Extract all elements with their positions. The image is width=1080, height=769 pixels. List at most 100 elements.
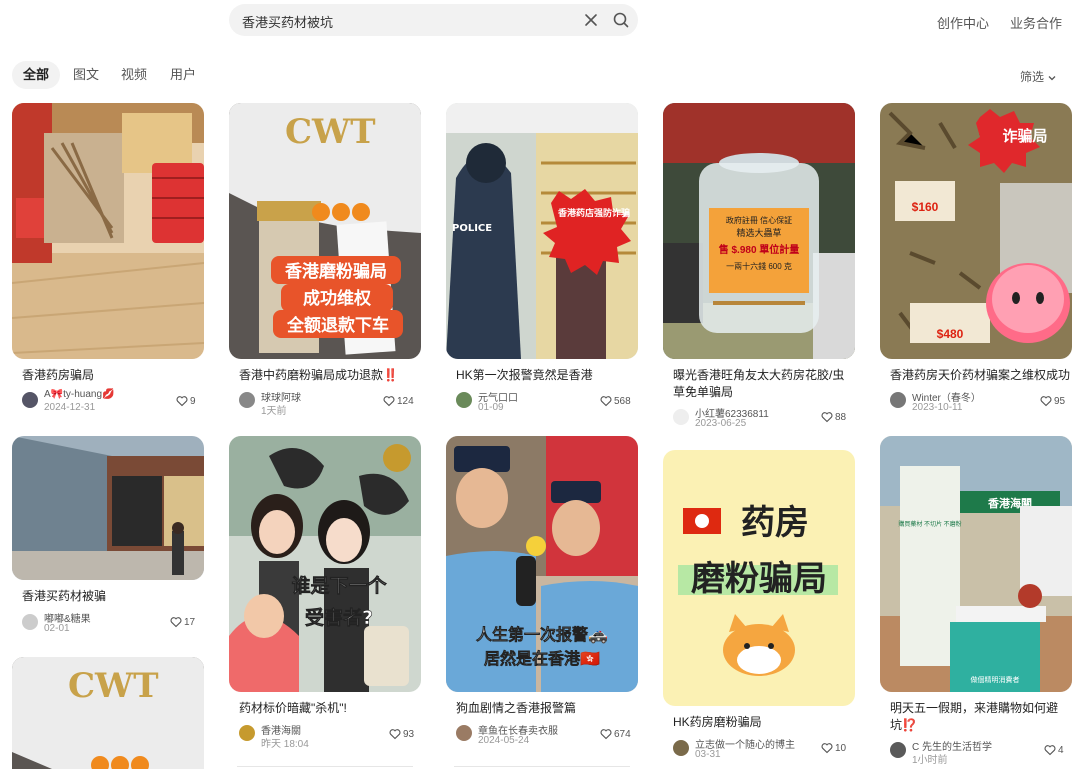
like-button[interactable]: 95 <box>1040 395 1065 407</box>
tab-notes[interactable]: 图文 <box>66 61 106 89</box>
svg-text:药房: 药房 <box>741 503 809 543</box>
like-button[interactable]: 4 <box>1044 744 1064 756</box>
note-cover-image[interactable]: 政府註冊 信心保証 精选大蟲草 售 $.980 單位計量 一兩十六錢 600 克 <box>663 103 855 359</box>
note-card[interactable]: 香港海關 購買藥材 不切片 不磨粉 做個精明消費者 明天五一假期，来港購物如何避… <box>880 436 1072 766</box>
note-card[interactable]: 政府註冊 信心保証 精选大蟲草 售 $.980 單位計量 一兩十六錢 600 克… <box>663 103 855 433</box>
search-input[interactable]: 香港买药材被坑 <box>242 12 333 31</box>
like-button[interactable]: 568 <box>600 395 631 407</box>
svg-text:受害者?: 受害者? <box>305 606 373 629</box>
like-button[interactable]: 10 <box>821 742 846 754</box>
note-cover-image[interactable]: 谁是下一个 受害者? <box>229 436 421 692</box>
like-count: 93 <box>403 728 415 740</box>
note-title[interactable]: 香港中药磨粉骗局成功退款‼️ <box>239 367 398 384</box>
note-date: 02-01 <box>44 623 70 634</box>
creator-center-link[interactable]: 创作中心 <box>937 13 989 32</box>
note-card[interactable]: CWT <box>12 657 204 769</box>
cartoon-mascot <box>986 263 1070 343</box>
note-date: 03-31 <box>695 749 721 760</box>
svg-text:香港磨粉骗局: 香港磨粉骗局 <box>285 261 387 282</box>
note-card[interactable]: 香港买药材被骗 嘟嘟&糖果 02-01 17 <box>12 436 204 636</box>
svg-text:磨粉骗局: 磨粉骗局 <box>691 559 827 599</box>
svg-text:全额退款下车: 全额退款下车 <box>286 315 389 336</box>
heart-icon <box>176 396 188 407</box>
note-title[interactable]: 明天五一假期，来港購物如何避坑⁉️ <box>890 700 1066 734</box>
author-name[interactable]: A🎀ty-huang💋 <box>44 389 115 400</box>
note-cover-image[interactable]: 药房 磨粉骗局 <box>663 450 855 706</box>
svg-text:售 $.980 單位計量: 售 $.980 單位計量 <box>719 243 800 256</box>
author-avatar[interactable] <box>22 392 38 408</box>
like-button[interactable]: 9 <box>176 395 196 407</box>
brand-badge: CWT <box>68 666 159 706</box>
like-count: 88 <box>835 411 847 423</box>
business-link[interactable]: 业务合作 <box>1010 13 1062 32</box>
brand-badge: CWT <box>285 112 376 152</box>
sign-text: 做個精明消費者 <box>971 675 1020 684</box>
note-title[interactable]: HK第一次报警竟然是香港 <box>456 367 593 384</box>
note-cover-image[interactable]: 人生第一次报警🚓 居然是在香港🇭🇰 <box>446 436 638 692</box>
note-card[interactable]: $160 $480 诈骗局 香港药房天价药材骗案之维权成功 Winter（春冬）… <box>880 103 1072 415</box>
heart-icon <box>600 729 612 740</box>
author-avatar[interactable] <box>239 392 255 408</box>
author-avatar[interactable] <box>890 392 906 408</box>
note-cover-image[interactable]: POLICE 香港药店强防诈骗 <box>446 103 638 359</box>
heart-icon <box>821 743 833 754</box>
note-title[interactable]: 香港药房天价药材骗案之维权成功 <box>890 367 1070 384</box>
author-avatar[interactable] <box>890 742 906 758</box>
author-avatar[interactable] <box>673 409 689 425</box>
note-cover-image[interactable] <box>12 103 204 359</box>
heart-icon <box>600 396 612 407</box>
like-button[interactable]: 674 <box>600 728 631 740</box>
note-cover-image[interactable]: CWT 香港磨粉骗局 成功维权 全额退款下车 <box>229 103 421 359</box>
search-bar[interactable]: 香港买药材被坑 <box>229 4 638 36</box>
note-title[interactable]: 香港药房骗局 <box>22 367 94 384</box>
like-button[interactable]: 17 <box>170 616 195 628</box>
author-avatar[interactable] <box>673 740 689 756</box>
note-date: 2024-05-24 <box>478 735 530 746</box>
like-count: 95 <box>1054 395 1066 407</box>
note-title[interactable]: HK药房磨粉骗局 <box>673 714 762 731</box>
tab-videos[interactable]: 视频 <box>114 61 154 89</box>
note-card[interactable]: 药房 磨粉骗局 HK药房磨粉骗局 立志做一个随心的博主 03-31 10 <box>663 450 855 762</box>
note-cover-image[interactable]: CWT <box>12 657 204 769</box>
note-card[interactable]: 谁是下一个 受害者? 药材标价暗藏"杀机"! 香港海關 昨天 18:04 93 <box>229 436 421 750</box>
like-button[interactable]: 93 <box>389 728 414 740</box>
like-count: 124 <box>397 395 414 407</box>
note-card[interactable]: POLICE 香港药店强防诈骗 HK第一次报警竟然是香港 元气口口 01-09 … <box>446 103 638 415</box>
note-date: 01-09 <box>478 402 504 413</box>
author-avatar[interactable] <box>456 725 472 741</box>
like-button[interactable]: 124 <box>383 395 414 407</box>
like-button[interactable]: 88 <box>821 411 846 423</box>
author-avatar[interactable] <box>456 392 472 408</box>
filter-button[interactable]: 筛选 <box>1020 68 1057 85</box>
price-tag: $160 <box>912 200 939 214</box>
divider <box>454 766 630 767</box>
svg-text:香港药店强防诈骗: 香港药店强防诈骗 <box>557 207 630 219</box>
note-title[interactable]: 曝光香港旺角友太大药房花胶/虫草免单骗局 <box>673 367 849 401</box>
divider <box>237 766 413 767</box>
author-avatar[interactable] <box>239 725 255 741</box>
note-cover-image[interactable] <box>12 436 204 580</box>
note-cover-image[interactable]: $160 $480 诈骗局 <box>880 103 1072 359</box>
filter-label: 筛选 <box>1020 70 1045 84</box>
heart-icon <box>170 617 182 628</box>
note-title[interactable]: 狗血剧情之香港报警篇 <box>456 700 576 717</box>
author-avatar[interactable] <box>22 614 38 630</box>
note-cover-image[interactable]: 香港海關 購買藥材 不切片 不磨粉 做個精明消費者 <box>880 436 1072 692</box>
note-title[interactable]: 药材标价暗藏"杀机"! <box>239 700 347 717</box>
heart-icon <box>383 396 395 407</box>
tab-users[interactable]: 用户 <box>163 61 203 89</box>
note-date: 2024-12-31 <box>44 402 96 413</box>
note-title[interactable]: 香港买药材被骗 <box>22 588 106 605</box>
note-card[interactable]: 香港药房骗局 A🎀ty-huang💋 2024-12-31 9 <box>12 103 204 415</box>
price-tag: $480 <box>937 327 964 341</box>
note-card[interactable]: CWT 香港磨粉骗局 成功维权 全额退款下车 香港中药磨粉骗局成功退款‼️ 球球… <box>229 103 421 417</box>
tab-all[interactable]: 全部 <box>12 61 60 89</box>
like-count: 568 <box>614 395 631 407</box>
note-card[interactable]: 人生第一次报警🚓 居然是在香港🇭🇰 狗血剧情之香港报警篇 章鱼在长春卖衣服 20… <box>446 436 638 748</box>
like-count: 4 <box>1058 744 1064 756</box>
note-date: 2023-10-11 <box>912 402 963 413</box>
note-date: 昨天 18:04 <box>261 739 309 750</box>
search-icon[interactable] <box>611 10 631 30</box>
clear-icon[interactable] <box>581 10 601 30</box>
heart-icon <box>1044 745 1056 756</box>
